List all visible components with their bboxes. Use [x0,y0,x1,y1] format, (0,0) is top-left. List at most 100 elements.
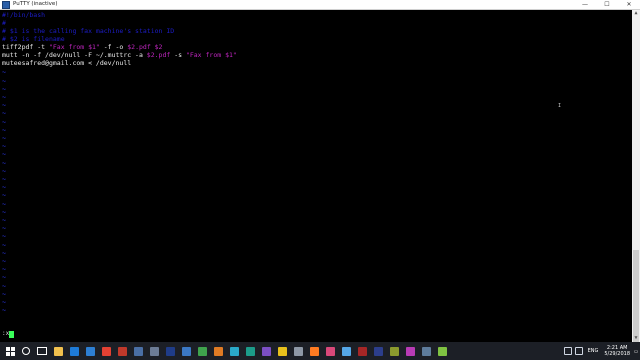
window-title-bar[interactable]: PuTTY (inactive) — ☐ ✕ [0,0,640,10]
taskbar-app-yellow-icon[interactable] [276,345,288,357]
network-icon[interactable] [563,347,572,355]
terminal-text-segment: "Fax from $1" [48,43,100,51]
empty-line-tilde: ~ [2,273,6,282]
mouse-cursor-icon: I [558,103,562,109]
taskbar-app-cyan-icon[interactable] [228,345,240,357]
taskbar-app-gray-icon[interactable] [292,345,304,357]
windows-logo-icon [5,346,15,356]
empty-line-tilde: ~ [2,125,6,134]
window-title: PuTTY (inactive) [13,1,58,7]
taskbar-photoshop-icon[interactable] [164,345,176,357]
terminal-line: mutt -n -f /dev/null -F ~/.muttrc -a $2.… [2,51,237,59]
app-glyph [245,346,255,356]
empty-line-tilde: ~ [2,240,6,249]
taskbar-app-green-icon[interactable] [196,345,208,357]
empty-line-tilde: ~ [2,150,6,159]
empty-line-tilde: ~ [2,232,6,241]
scroll-up-arrow-icon[interactable]: ▲ [632,10,640,17]
empty-line-tilde: ~ [2,265,6,274]
taskbar-app-darkred-icon[interactable] [356,345,368,357]
putty-app-icon [2,0,10,9]
taskbar-chrome-icon[interactable] [100,345,112,357]
taskbar-app-teal-icon[interactable] [244,345,256,357]
terminal-line: # [2,19,6,27]
windows-logo-pane [5,346,10,351]
notification-icon[interactable]: ▭ [632,342,640,360]
clock-date: 5/29/2018 [604,351,630,357]
taskbar-app-orange-icon[interactable] [212,345,224,357]
taskbar-app-lightblue-icon[interactable] [340,345,352,357]
empty-line-tilde: ~ [2,166,6,175]
taskbar-task-view-icon[interactable] [36,345,48,357]
taskbar-app-purple-icon[interactable] [260,345,272,357]
taskbar-putty-icon[interactable] [148,345,160,357]
empty-line-tilde: ~ [2,257,6,265]
terminal-text-segment: #!/bin/bash [2,11,46,19]
empty-line-tilde: ~ [2,76,6,85]
terminal-line: muteesafred@gmail.com < /dev/null [2,59,131,67]
clock[interactable]: 2:21 AM 5/29/2018 [604,345,630,357]
close-button[interactable]: ✕ [618,0,640,9]
terminal-area[interactable]: #!/bin/bash # # $1 is the calling fax mach… [0,10,632,342]
app-glyph [101,346,111,356]
app-glyph [309,346,319,356]
empty-line-tilde: ~ [2,216,6,224]
taskbar-app-magenta-icon[interactable] [404,345,416,357]
app-glyph [405,346,415,356]
empty-line-tilde: ~ [2,298,6,306]
app-glyph [181,346,191,356]
scroll-down-arrow-icon[interactable]: ▼ [632,335,640,342]
windows-logo-pane [10,351,15,356]
taskbar-edge-icon[interactable] [68,345,80,357]
taskbar-search-icon[interactable] [20,345,32,357]
taskbar-app-olive-icon[interactable] [388,345,400,357]
app-glyph [197,346,207,356]
taskbar-firefox-icon[interactable] [308,345,320,357]
windows-logo-pane [5,351,10,356]
empty-line-tilde: ~ [2,207,6,216]
language-indicator[interactable]: ENG [588,348,599,354]
terminal-line: tiff2pdf -t "Fax from $1" -f -o $2.pdf $… [2,43,162,51]
terminal-line: #!/bin/bash [2,11,45,19]
empty-line-tilde: ~ [2,199,6,208]
app-glyph [277,346,287,356]
app-glyph [357,346,367,356]
empty-line-tilde: ~ [2,68,6,77]
taskbar-putty-active-icon[interactable] [132,345,144,357]
empty-line-tilde: ~ [2,93,6,101]
vertical-scrollbar[interactable]: ▲ ▼ [632,10,640,345]
minimize-button[interactable]: — [574,0,596,9]
empty-line-tilde: ~ [2,175,6,183]
taskbar-app-red-icon[interactable] [116,345,128,357]
taskbar-store-icon[interactable] [84,345,96,357]
task-view-glyph [37,347,47,355]
taskbar-app-lime-icon[interactable] [436,345,448,357]
terminal-text-segment: -s [170,51,186,59]
volume-icon[interactable] [574,347,583,355]
terminal-line: # $2 is filename [2,35,65,43]
window-controls: — ☐ ✕ [574,0,640,9]
app-glyph [437,346,447,356]
scrollbar-thumb[interactable] [633,250,639,345]
empty-line-tilde: ~ [2,84,6,93]
empty-line-tilde: ~ [2,248,6,257]
app-glyph [293,346,303,356]
windows-logo-pane [10,346,15,351]
windows-taskbar: ENG 2:21 AM 5/29/2018 ▭ [0,342,640,360]
taskbar-file-explorer-icon[interactable] [52,345,64,357]
terminal-text-segment: mutt -n -f /dev/null -F ~/.muttrc -a [2,51,147,59]
taskbar-app-blue-icon[interactable] [180,345,192,357]
terminal-line: # $1 is the calling fax machine's statio… [2,27,174,35]
app-glyph [69,346,79,356]
taskbar-start-icon[interactable] [4,345,16,357]
empty-line-tilde: ~ [2,117,6,126]
terminal-text-segment: $2.pdf $2 [127,43,163,51]
system-tray: ENG 2:21 AM 5/29/2018 [561,342,630,360]
maximize-button[interactable]: ☐ [596,0,618,9]
empty-line-tilde: ~ [2,306,6,315]
terminal-text-segment: "Fax from $1" [185,51,237,59]
empty-line-tilde: ~ [2,224,6,233]
taskbar-app-steel-icon[interactable] [420,345,432,357]
taskbar-app-navy-icon[interactable] [372,345,384,357]
taskbar-app-pink-icon[interactable] [324,345,336,357]
